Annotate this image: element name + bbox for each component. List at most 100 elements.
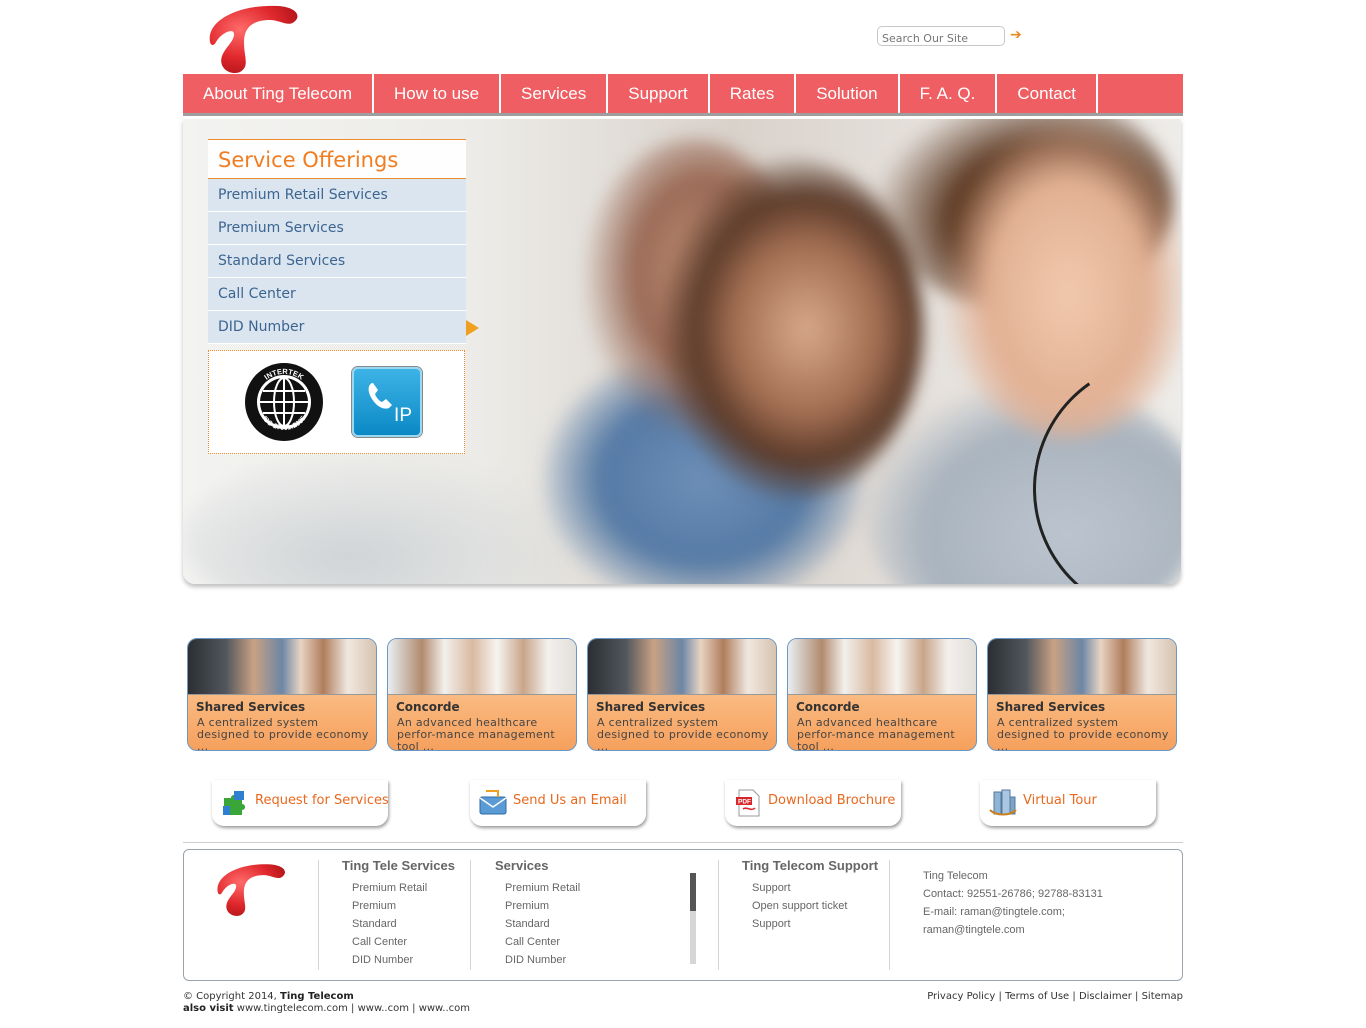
envelope-icon bbox=[479, 790, 507, 815]
card-thumbnail-image bbox=[588, 639, 776, 695]
nav-item-services[interactable]: Services bbox=[501, 74, 609, 113]
footer-link-call-center[interactable]: Call Center bbox=[342, 933, 455, 951]
footer-link-premium-retail[interactable]: Premium Retail bbox=[342, 879, 455, 897]
also-visit-link[interactable]: www..com bbox=[419, 1003, 470, 1014]
footer-link-premium-retail[interactable]: Premium Retail bbox=[495, 879, 580, 897]
feature-card-shared-services[interactable]: Shared Services A centralized system des… bbox=[587, 638, 777, 751]
offering-premium[interactable]: Premium Services bbox=[208, 212, 466, 245]
also-visit-link[interactable]: www.tingtelecom.com bbox=[237, 1003, 348, 1014]
card-title: Shared Services bbox=[596, 700, 706, 714]
card-description: A centralized system designed to provide… bbox=[597, 716, 769, 751]
request-services-label: Request for Services bbox=[255, 793, 389, 808]
hero-desk-blur bbox=[183, 449, 603, 584]
card-thumbnail-image bbox=[988, 639, 1176, 695]
feature-card-concorde[interactable]: Concorde An advanced healthcare perfor-m… bbox=[387, 638, 577, 751]
card-title: Shared Services bbox=[996, 700, 1106, 714]
ting-telecom-logo[interactable] bbox=[200, 2, 304, 74]
pdf-icon: PDF bbox=[736, 789, 760, 817]
intertek-iso-globe-icon: INTERTEK ISO 27001:2005 bbox=[245, 363, 323, 441]
privacy-policy-link[interactable]: Privacy Policy bbox=[927, 991, 995, 1002]
also-visit-label: also visit bbox=[183, 1003, 234, 1014]
feature-card-concorde[interactable]: Concorde An advanced healthcare perfor-m… bbox=[787, 638, 977, 751]
virtual-tour-button[interactable]: Virtual Tour bbox=[980, 780, 1156, 826]
copyright-prefix: © Copyright 2014, bbox=[183, 991, 277, 1002]
also-visit-link[interactable]: www..com bbox=[358, 1003, 409, 1014]
nav-item-faq[interactable]: F. A. Q. bbox=[900, 74, 998, 113]
phone-handset-icon bbox=[368, 383, 392, 409]
legal-links: Privacy Policy | Terms of Use | Disclaim… bbox=[927, 991, 1183, 1002]
ip-label: IP bbox=[394, 405, 412, 426]
contact-email[interactable]: E-mail: raman@tingtele.com; bbox=[923, 903, 1103, 921]
nav-item-rates[interactable]: Rates bbox=[710, 74, 797, 113]
main-nav: About Ting Telecom How to use Services S… bbox=[183, 74, 1183, 116]
copyright-company: Ting Telecom bbox=[280, 991, 354, 1002]
feature-card-shared-services[interactable]: Shared Services A centralized system des… bbox=[987, 638, 1177, 751]
download-brochure-label: Download Brochure bbox=[768, 793, 896, 808]
footer-link-standard[interactable]: Standard bbox=[495, 915, 580, 933]
card-description: An advanced healthcare perfor-mance mana… bbox=[397, 716, 555, 751]
card-title: Shared Services bbox=[196, 700, 306, 714]
send-email-button[interactable]: Send Us an Email bbox=[470, 780, 646, 826]
footer-col-support: Ting Telecom Support Support Open suppor… bbox=[742, 858, 878, 933]
footer-link-did-number[interactable]: DID Number bbox=[342, 951, 455, 969]
service-offerings-title: Service Offerings bbox=[208, 139, 466, 179]
offering-standard[interactable]: Standard Services bbox=[208, 245, 466, 278]
footer-column-divider bbox=[718, 860, 719, 970]
footer-link-did-number[interactable]: DID Number bbox=[495, 951, 580, 966]
card-description: An advanced healthcare perfor-mance mana… bbox=[797, 716, 955, 751]
copyright-text: © Copyright 2014, Ting Telecom also visi… bbox=[183, 991, 471, 1014]
virtual-tour-label: Virtual Tour bbox=[1023, 793, 1097, 808]
footer-col-heading: Ting Tele Services bbox=[342, 858, 455, 873]
service-offerings-panel: Service Offerings Premium Retail Service… bbox=[208, 139, 466, 344]
contact-email-2[interactable]: raman@tingtele.com bbox=[923, 921, 1103, 939]
terms-of-use-link[interactable]: Terms of Use bbox=[1005, 991, 1069, 1002]
footer-link-standard[interactable]: Standard bbox=[342, 915, 455, 933]
footer-link-premium[interactable]: Premium bbox=[342, 897, 455, 915]
svg-text:PDF: PDF bbox=[738, 799, 751, 806]
footer-column-divider bbox=[470, 860, 471, 970]
footer-link-call-center[interactable]: Call Center bbox=[495, 933, 580, 951]
footer-column-divider bbox=[318, 860, 319, 970]
search-input[interactable] bbox=[878, 29, 1004, 48]
feature-card-shared-services[interactable]: Shared Services A centralized system des… bbox=[187, 638, 377, 751]
footer-link-support[interactable]: Support bbox=[742, 879, 878, 897]
contact-phone: Contact: 92551-26786; 92788-83131 bbox=[923, 888, 1103, 900]
nav-item-support[interactable]: Support bbox=[608, 74, 710, 113]
card-title: Concorde bbox=[796, 700, 860, 714]
puzzle-icon bbox=[223, 791, 245, 815]
footer-divider bbox=[183, 842, 1183, 843]
request-services-button[interactable]: Request for Services bbox=[212, 780, 389, 826]
card-title: Concorde bbox=[396, 700, 460, 714]
send-email-label: Send Us an Email bbox=[513, 793, 627, 808]
card-thumbnail-image bbox=[188, 639, 376, 695]
footer-col-heading: Services bbox=[495, 858, 549, 873]
footer-contact-info: Ting Telecom Contact: 92551-26786; 92788… bbox=[923, 867, 1103, 939]
footer-link-support[interactable]: Support bbox=[742, 915, 878, 933]
download-brochure-button[interactable]: PDF Download Brochure bbox=[725, 780, 901, 826]
contact-company-name: Ting Telecom bbox=[923, 870, 988, 882]
card-description: A centralized system designed to provide… bbox=[997, 716, 1169, 751]
footer-scrollbar-thumb[interactable] bbox=[690, 873, 696, 911]
nav-item-contact[interactable]: Contact bbox=[997, 74, 1098, 113]
disclaimer-link[interactable]: Disclaimer bbox=[1079, 991, 1132, 1002]
nav-item-how-to-use[interactable]: How to use bbox=[374, 74, 502, 113]
nav-item-about[interactable]: About Ting Telecom bbox=[183, 74, 374, 113]
footer-link-premium[interactable]: Premium bbox=[495, 897, 580, 915]
arrow-right-icon[interactable]: ➔ bbox=[1010, 27, 1024, 43]
card-thumbnail-image bbox=[388, 639, 576, 695]
footer-col-ting-tele-services: Ting Tele Services Premium Retail Premiu… bbox=[342, 858, 455, 969]
footer-link-open-ticket[interactable]: Open support ticket bbox=[742, 897, 878, 915]
voip-phone-icon: IP bbox=[352, 367, 422, 437]
footer-col-services: Services Premium Retail Premium Standard… bbox=[495, 858, 580, 966]
offering-premium-retail[interactable]: Premium Retail Services bbox=[208, 179, 466, 212]
buildings-icon bbox=[989, 789, 1017, 816]
search-input-wrapper[interactable] bbox=[877, 26, 1005, 48]
footer-col-heading: Ting Telecom Support bbox=[742, 858, 879, 873]
sitemap-link[interactable]: Sitemap bbox=[1142, 991, 1183, 1002]
offering-did-number[interactable]: DID Number bbox=[208, 311, 466, 344]
footer-column-divider bbox=[889, 860, 890, 970]
card-description: A centralized system designed to provide… bbox=[197, 716, 369, 751]
nav-item-solution[interactable]: Solution bbox=[796, 74, 900, 113]
ting-telecom-footer-logo[interactable] bbox=[210, 860, 290, 918]
offering-call-center[interactable]: Call Center bbox=[208, 278, 466, 311]
